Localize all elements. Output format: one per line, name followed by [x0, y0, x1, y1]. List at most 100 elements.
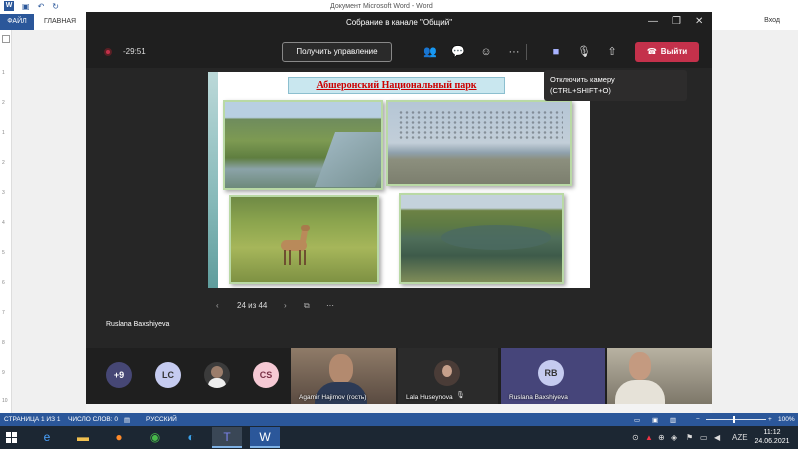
- system-clock[interactable]: 11:12 24.06.2021: [750, 428, 794, 446]
- web-layout-icon[interactable]: ▥: [670, 416, 676, 424]
- ruler-number: 6: [2, 280, 5, 286]
- zoom-level[interactable]: 100%: [778, 416, 795, 423]
- zoom-out-icon[interactable]: −: [696, 416, 700, 423]
- word-status-bar: СТРАНИЦА 1 ИЗ 1 ЧИСЛО СЛОВ: 0 ▤ РУССКИЙ …: [0, 413, 798, 426]
- muted-icon: 🎙: [456, 392, 465, 399]
- zoom-in-icon[interactable]: +: [768, 416, 772, 423]
- tab-file[interactable]: ФАЙЛ: [0, 14, 34, 30]
- undo-icon[interactable]: ↶: [38, 2, 45, 11]
- ruler-number: 3: [2, 190, 5, 196]
- screen: W ▣ ↶ ↻ Документ Microsoft Word - Word Ф…: [0, 0, 798, 449]
- slide-counter: 24 из 44: [237, 301, 268, 310]
- word-count[interactable]: ЧИСЛО СЛОВ: 0: [68, 416, 118, 423]
- video-tile[interactable]: Lala Huseynova 🎙: [398, 348, 498, 404]
- share-screen-icon[interactable]: ⇧: [604, 44, 620, 60]
- edge-icon[interactable]: ◐: [176, 427, 206, 448]
- participant-name: Ruslana Baxshiyeva: [509, 394, 568, 401]
- overflow-participants[interactable]: +9: [106, 362, 132, 388]
- tab-home[interactable]: ГЛАВНАЯ: [44, 18, 76, 25]
- quick-access-toolbar: W ▣ ↶ ↻: [4, 1, 59, 11]
- shared-content-stage: Абшеронский Национальный парк ‹ 24 из 44…: [86, 68, 712, 348]
- page-count[interactable]: СТРАНИЦА 1 ИЗ 1: [4, 416, 60, 423]
- zoom-slider[interactable]: [706, 419, 766, 420]
- chat-icon[interactable]: 💬: [450, 44, 466, 60]
- video-tile[interactable]: Agamir Hajimov (гость): [291, 348, 396, 404]
- tray-volume-icon[interactable]: ◀: [714, 433, 720, 442]
- slide-navigation: ‹ 24 из 44 › ⧉ ···: [216, 298, 416, 314]
- reactions-icon[interactable]: ☺: [478, 44, 494, 60]
- windows-taskbar: e ▬ ● ◉ ◐ T W ⊙ ▲ ⊕ ◈ ⚑ ▭ ◀ AZE 11:12 24…: [0, 426, 798, 449]
- ruler-number: 2: [2, 160, 5, 166]
- slide-decoration: [208, 72, 218, 288]
- signin-link[interactable]: Вход: [764, 17, 780, 24]
- presenter-name: Ruslana Baxshiyeva: [106, 321, 170, 328]
- avatar-lc[interactable]: LC: [155, 362, 181, 388]
- more-options-icon[interactable]: ···: [506, 44, 522, 60]
- tray-hidden-icons[interactable]: ⊕: [658, 433, 665, 442]
- slide-title: Абшеронский Национальный парк: [288, 77, 505, 94]
- slide-more-icon[interactable]: ···: [326, 301, 334, 310]
- input-language[interactable]: AZE: [732, 433, 748, 442]
- next-slide-icon[interactable]: ›: [284, 301, 287, 310]
- video-tile[interactable]: RB Ruslana Baxshiyeva: [501, 348, 605, 404]
- mic-off-icon[interactable]: 🎙: [576, 44, 592, 60]
- print-layout-icon[interactable]: ▣: [652, 416, 658, 424]
- minimize-icon[interactable]: —: [648, 16, 658, 27]
- avatar-cs[interactable]: CS: [253, 362, 279, 388]
- meeting-toolbar: -29:51 Получить управление 👥 💬 ☺ ··· ■ 🎙…: [86, 34, 712, 68]
- save-icon[interactable]: ▣: [22, 2, 30, 11]
- participant-name: Lala Huseynova: [406, 394, 453, 401]
- recording-icon: [104, 48, 112, 56]
- clock-time: 11:12: [763, 429, 781, 436]
- slide-sync-icon[interactable]: ⧉: [304, 301, 310, 311]
- document-area-right: [712, 30, 798, 413]
- gazelle-figure: [279, 225, 311, 267]
- take-control-button[interactable]: Получить управление: [282, 42, 392, 62]
- tray-flag-icon[interactable]: ⚑: [686, 433, 693, 442]
- firefox-icon[interactable]: ●: [104, 427, 134, 448]
- ruler-number: 2: [2, 100, 5, 106]
- tooltip-text: Отключить камеру: [550, 75, 615, 84]
- internet-explorer-icon[interactable]: e: [32, 427, 62, 448]
- word-document-title: Документ Microsoft Word - Word: [330, 3, 433, 10]
- tray-app-icon[interactable]: ◈: [671, 433, 677, 442]
- language-indicator[interactable]: РУССКИЙ: [146, 416, 177, 423]
- teams-meeting-window: Собрание в канале "Общий" — ❐ ✕ -29:51 П…: [86, 12, 712, 404]
- avatar-photo[interactable]: [204, 362, 230, 388]
- ruler-number: 9: [2, 370, 5, 376]
- camera-icon[interactable]: ■: [548, 44, 564, 60]
- video-tile[interactable]: [607, 348, 712, 404]
- document-area-left: [12, 30, 86, 413]
- meeting-title: Собрание в канале "Общий": [345, 18, 453, 27]
- read-mode-icon[interactable]: ▭: [634, 416, 640, 424]
- proofing-icon[interactable]: ▤: [124, 416, 130, 424]
- word-logo-icon: W: [4, 1, 14, 11]
- zoom-slider-thumb[interactable]: [733, 416, 735, 423]
- redo-icon[interactable]: ↻: [52, 2, 59, 11]
- phone-icon: ☎: [646, 47, 657, 56]
- participants-strip: +9 LC CS Agamir Hajimov (гость) Lala Hus…: [86, 348, 712, 404]
- teams-icon[interactable]: T: [212, 427, 242, 448]
- meeting-timer: -29:51: [123, 47, 146, 56]
- ruler-number: 1: [2, 130, 5, 136]
- tray-display-icon[interactable]: ▭: [700, 433, 708, 442]
- tray-antivirus-icon[interactable]: ▲: [645, 433, 653, 442]
- previous-slide-icon[interactable]: ‹: [216, 301, 219, 310]
- avatar-rb: RB: [538, 360, 564, 386]
- presentation-slide: Абшеронский Национальный парк: [208, 72, 590, 288]
- chrome-icon[interactable]: ◉: [140, 427, 170, 448]
- word-icon[interactable]: W: [250, 427, 280, 448]
- file-explorer-icon[interactable]: ▬: [68, 427, 98, 448]
- ruler-number: 10: [2, 398, 8, 404]
- start-button-icon[interactable]: [6, 432, 17, 443]
- clock-date: 24.06.2021: [754, 438, 790, 445]
- participants-icon[interactable]: 👥: [422, 44, 438, 60]
- teams-titlebar: Собрание в канале "Общий" — ❐ ✕: [86, 12, 712, 34]
- tray-network-icon[interactable]: ⊙: [632, 433, 639, 442]
- ruler-number: 5: [2, 250, 5, 256]
- leave-label: Выйти: [660, 47, 688, 56]
- close-icon[interactable]: ✕: [695, 16, 703, 27]
- ruler-tab-marker[interactable]: [2, 35, 10, 43]
- maximize-icon[interactable]: ❐: [672, 16, 681, 27]
- leave-button[interactable]: ☎ Выйти: [635, 42, 699, 62]
